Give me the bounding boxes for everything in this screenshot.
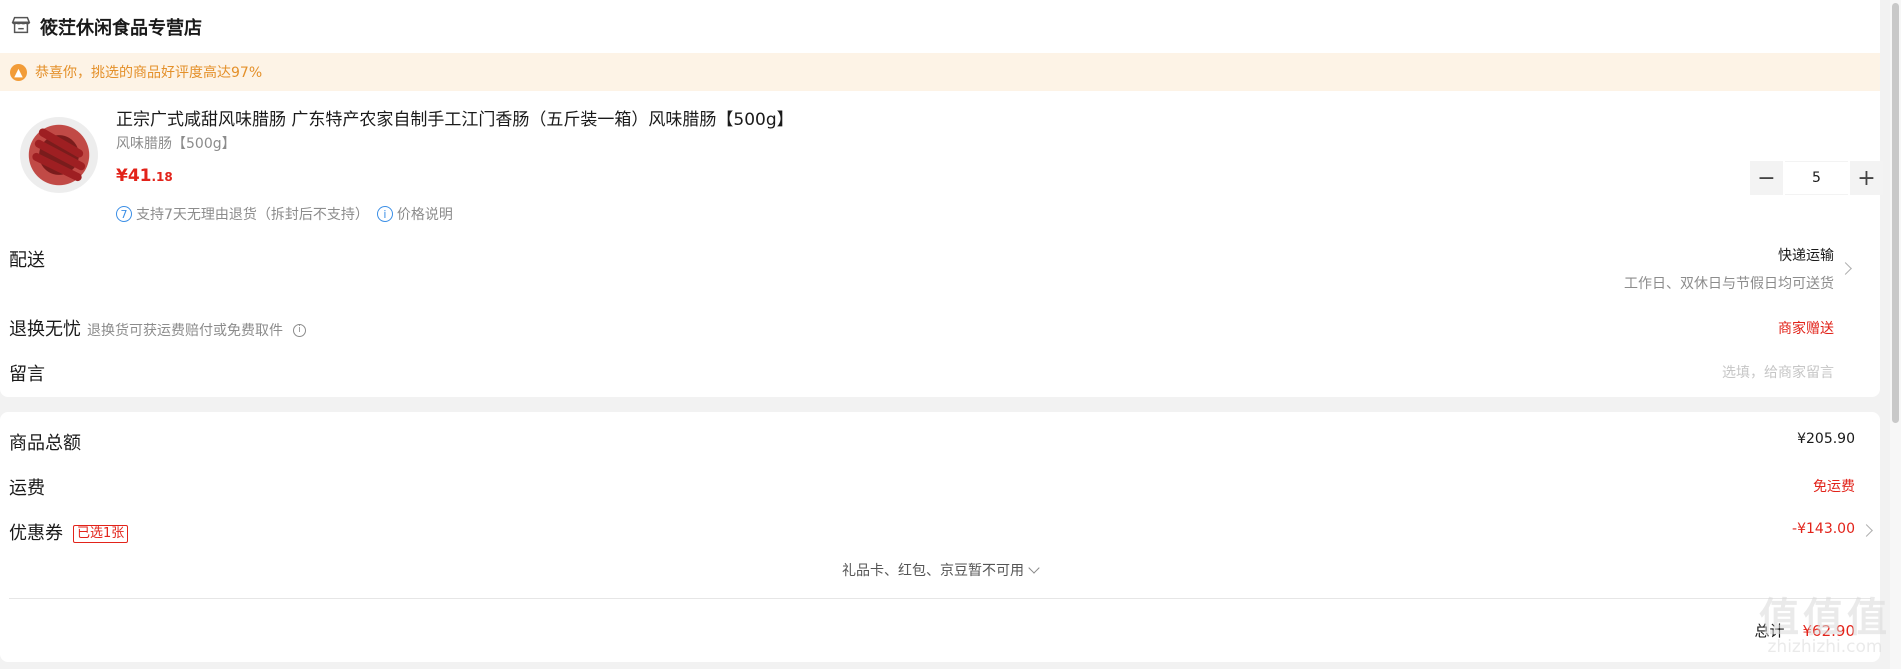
- product-price: ¥41.18: [116, 166, 173, 186]
- thumbs-up-icon: ▲: [10, 63, 27, 81]
- message-input[interactable]: 选填，给商家留言: [1722, 362, 1834, 382]
- chevron-right-icon[interactable]: [1839, 262, 1852, 275]
- coupon-value[interactable]: -¥143.00: [1792, 521, 1855, 537]
- scrollbar[interactable]: [1890, 0, 1901, 669]
- coupon-label: 优惠券: [9, 523, 63, 544]
- divider: [9, 598, 1871, 599]
- message-label: 留言: [9, 364, 45, 385]
- goods-total-label: 商品总额: [9, 433, 81, 454]
- goods-total-value: ¥205.90: [1797, 431, 1855, 447]
- watermark: 值值值 zhizhizhi.com: [1759, 585, 1891, 657]
- delivery-label: 配送: [9, 250, 45, 271]
- scrollbar-thumb[interactable]: [1892, 3, 1899, 423]
- coupon-row[interactable]: 优惠券 已选1张: [9, 519, 129, 545]
- gift-card-text: 礼品卡、红包、京豆暂不可用: [842, 563, 1024, 579]
- shop-name[interactable]: 筱茳休闲食品专营店: [40, 14, 202, 40]
- quantity-stepper: − 5 +: [1750, 161, 1883, 195]
- price-info-icon[interactable]: i: [376, 206, 393, 222]
- product-title[interactable]: 正宗广式咸甜风味腊肠 广东特产农家自制手工江门香肠（五斤装一箱）风味腊肠【500…: [116, 105, 794, 130]
- chevron-down-icon: [1028, 562, 1040, 574]
- price-info-link[interactable]: 价格说明: [397, 204, 453, 224]
- freight-value: 免运费: [1813, 479, 1855, 495]
- return-policy-text: 支持7天无理由退货（拆封后不支持）: [136, 207, 369, 223]
- returns-desc: 退换货可获运费赔付或免费取件: [87, 323, 283, 339]
- quantity-value[interactable]: 5: [1785, 161, 1848, 195]
- rating-tip-text: 恭喜你，挑选的商品好评度高达97%: [35, 65, 263, 81]
- gift-card-toggle[interactable]: 礼品卡、红包、京豆暂不可用: [0, 560, 1880, 580]
- watermark-logo: 值值值: [1759, 594, 1891, 641]
- shop-header[interactable]: 筱茳休闲食品专营店: [10, 12, 202, 42]
- returns-label: 退换无忧: [9, 319, 81, 340]
- delivery-desc[interactable]: 工作日、双休日与节假日均可送货: [1624, 273, 1834, 293]
- returns-value: 商家赠送: [1778, 321, 1834, 337]
- price-yen: ¥41: [116, 166, 152, 186]
- freight-label: 运费: [9, 478, 45, 499]
- store-icon: [10, 14, 32, 40]
- order-store-card: 筱茳休闲食品专营店 ▲ 恭喜你，挑选的商品好评度高达97% 正宗广式咸甜风味腊肠…: [0, 0, 1883, 397]
- product-image[interactable]: [20, 117, 98, 193]
- watermark-url: zhizhizhi.com: [1767, 637, 1883, 657]
- seven-day-return-icon: 7: [116, 206, 132, 222]
- coupon-selected-badge: 已选1张: [73, 525, 129, 543]
- service-line: 7 支持7天无理由退货（拆封后不支持） i 价格说明: [116, 204, 453, 224]
- info-icon[interactable]: i: [293, 323, 306, 337]
- delivery-mode[interactable]: 快递运输: [1778, 245, 1834, 265]
- decrease-button[interactable]: −: [1750, 161, 1783, 195]
- price-cents: .18: [151, 170, 173, 184]
- increase-button[interactable]: +: [1850, 161, 1883, 195]
- order-summary-card: [0, 412, 1880, 662]
- returns-row: 退换无忧 退换货可获运费赔付或免费取件 i: [9, 315, 306, 341]
- rating-tip-bar: ▲ 恭喜你，挑选的商品好评度高达97%: [0, 53, 1880, 91]
- product-spec: 风味腊肠【500g】: [116, 136, 236, 152]
